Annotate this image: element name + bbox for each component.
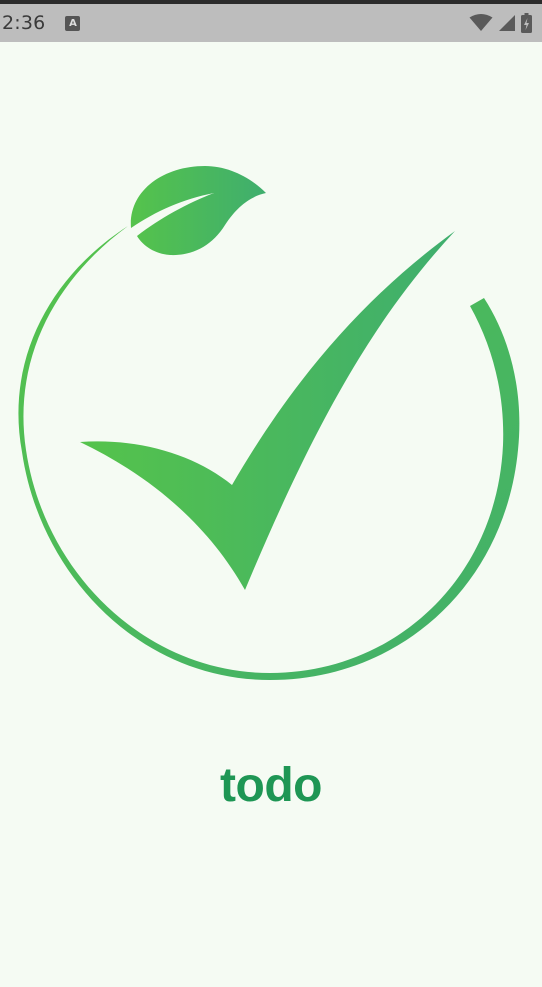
leaf-icon [130,166,266,256]
checkmark-icon [80,231,455,590]
leaf-checkmark-logo [18,166,520,680]
app-name: todo [220,759,322,812]
